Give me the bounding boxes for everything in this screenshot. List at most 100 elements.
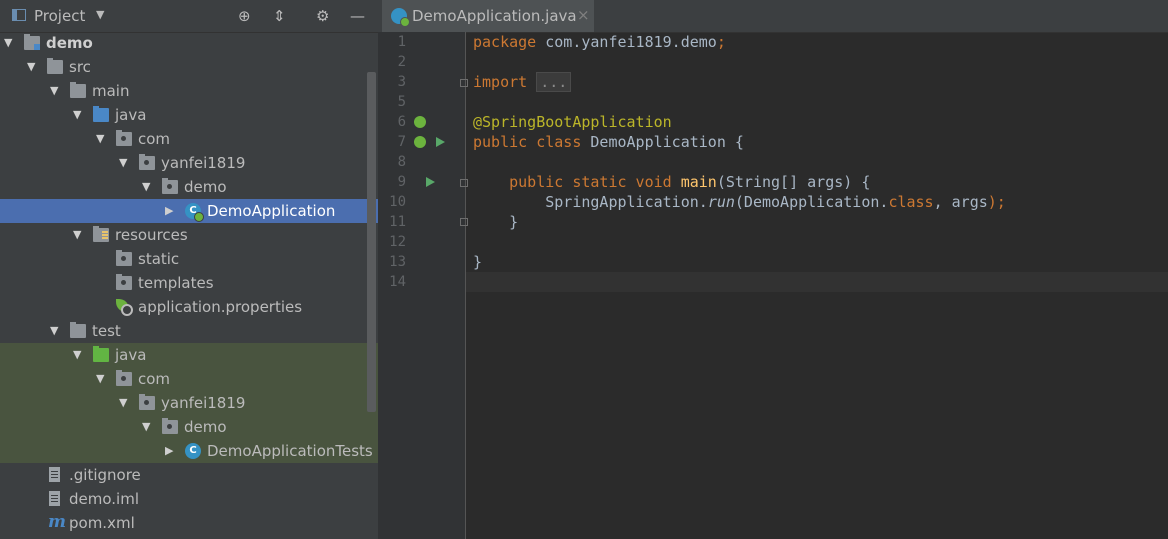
code-line: }: [473, 252, 482, 272]
module-folder-icon: [24, 34, 40, 50]
tree-item[interactable]: ▼ java: [0, 103, 378, 127]
tree-item-label: resources: [115, 226, 188, 244]
collapse-all-icon[interactable]: ⇕: [273, 6, 286, 26]
expand-arrow-icon[interactable]: ▼: [96, 132, 104, 145]
expand-arrow-icon[interactable]: ▼: [4, 36, 12, 49]
ide-window: Project ▼ ⊕ ⇕ ⚙ — ▼ demo ▼ src ▼ main ▼ java ▼ co…: [0, 0, 1168, 539]
expand-arrow-icon[interactable]: ▼: [73, 348, 81, 361]
code-editor[interactable]: package com.yanfei1819.demo; import ... @S…: [466, 32, 1168, 539]
line-number: 1: [397, 34, 406, 50]
expand-arrow-icon[interactable]: ▼: [73, 228, 81, 241]
code-token: import: [473, 73, 537, 91]
line-number: 11: [389, 214, 406, 230]
run-icon[interactable]: [426, 177, 435, 187]
project-view-title[interactable]: Project: [34, 7, 85, 25]
spring-class-icon: [391, 8, 410, 27]
tree-item[interactable]: templates: [0, 271, 378, 295]
tree-item-label: DemoApplicationTests: [207, 442, 373, 460]
project-panel: Project ▼ ⊕ ⇕ ⚙ — ▼ demo ▼ src ▼ main ▼ java ▼ co…: [0, 0, 378, 539]
code-line: public class DemoApplication {: [473, 132, 744, 152]
expand-arrow-icon[interactable]: ▼: [119, 396, 127, 409]
tree-item[interactable]: ▼ test: [0, 319, 378, 343]
run-icon[interactable]: [436, 137, 445, 147]
tree-item[interactable]: ▼ demo: [0, 175, 378, 199]
file-icon: [49, 491, 60, 506]
line-number: 7: [397, 134, 406, 150]
tree-item[interactable]: ▼ main: [0, 79, 378, 103]
collapsed-arrow-icon[interactable]: ▶: [165, 204, 173, 217]
tree-item[interactable]: static: [0, 247, 378, 271]
tree-item-label: yanfei1819: [161, 394, 246, 412]
line-number: 9: [397, 174, 406, 190]
code-line: SpringApplication.run(DemoApplication.cl…: [473, 192, 1006, 212]
package-icon: [162, 178, 178, 194]
tab-demoapplication-java[interactable]: DemoApplication.java ×: [382, 0, 594, 32]
tree-item[interactable]: ▼ demo: [0, 415, 378, 439]
tree-item[interactable]: ▼ demo: [0, 31, 378, 55]
expand-arrow-icon[interactable]: ▼: [50, 324, 58, 337]
line-gutter[interactable]: 1 2 3 5 6 7 8 9 10 11 12 13 14: [378, 32, 468, 539]
package-icon: [116, 370, 132, 386]
project-scrollbar[interactable]: [367, 72, 376, 412]
tree-item[interactable]: ▼ resources: [0, 223, 378, 247]
tree-item[interactable]: demo.iml: [0, 487, 378, 511]
tree-item[interactable]: ▼ java: [0, 343, 378, 367]
package-icon: [116, 250, 132, 266]
code-token: ;: [716, 33, 726, 51]
tree-item[interactable]: ▼ com: [0, 367, 378, 391]
tree-item[interactable]: ▼ yanfei1819: [0, 151, 378, 175]
code-line: public static void main(String[] args) {: [473, 172, 870, 192]
spring-bean-icon[interactable]: [414, 116, 426, 128]
expand-arrow-icon[interactable]: ▼: [142, 420, 150, 433]
tree-item[interactable]: application.properties: [0, 295, 378, 319]
code-token: SpringApplication.: [473, 193, 708, 211]
code-token: public class: [473, 133, 591, 151]
tree-item-label: com: [138, 370, 171, 388]
line-number: 14: [389, 274, 406, 290]
expand-arrow-icon[interactable]: ▼: [27, 60, 35, 73]
current-line-highlight: [466, 272, 1168, 292]
tree-item[interactable]: ▶ C DemoApplication: [0, 199, 378, 223]
code-line: import ...: [473, 72, 572, 92]
line-number: 10: [389, 194, 406, 210]
minimize-icon[interactable]: —: [350, 6, 365, 26]
maven-icon: m: [48, 512, 66, 532]
expand-arrow-icon[interactable]: ▼: [50, 84, 58, 97]
tree-item-label: main: [92, 82, 130, 100]
line-number: 3: [397, 74, 406, 90]
package-icon: [162, 418, 178, 434]
expand-arrow-icon[interactable]: ▼: [73, 108, 81, 121]
gear-icon[interactable]: ⚙: [316, 6, 329, 26]
code-token: @SpringBootApplication: [473, 113, 672, 131]
close-icon[interactable]: ×: [577, 6, 590, 24]
tree-item[interactable]: m pom.xml: [0, 511, 378, 535]
folded-code-placeholder[interactable]: ...: [536, 72, 572, 92]
editor-tab-bar: DemoApplication.java ×: [378, 0, 1168, 33]
expand-arrow-icon[interactable]: ▼: [119, 156, 127, 169]
expand-arrow-icon[interactable]: ▼: [142, 180, 150, 193]
expand-arrow-icon[interactable]: ▼: [96, 372, 104, 385]
code-token: public static void: [509, 173, 681, 191]
tree-item-label: application.properties: [138, 298, 303, 316]
tree-item-label: src: [69, 58, 91, 76]
tree-item[interactable]: .gitignore: [0, 463, 378, 487]
chevron-down-icon[interactable]: ▼: [96, 8, 104, 21]
tree-item[interactable]: ▼ yanfei1819: [0, 391, 378, 415]
tree-item-label: pom.xml: [69, 514, 135, 532]
code-token: com.yanfei1819.demo: [545, 33, 717, 51]
code-token: DemoApplication {: [590, 133, 744, 151]
code-token: main: [680, 173, 717, 191]
line-number: 5: [397, 94, 406, 110]
tree-item[interactable]: ▼ com: [0, 127, 378, 151]
package-icon: [116, 130, 132, 146]
tree-item-label: demo: [46, 34, 93, 52]
folder-icon: [70, 82, 86, 98]
folder-icon: [70, 322, 86, 338]
collapsed-arrow-icon[interactable]: ▶: [165, 444, 173, 457]
tree-item-label: demo.iml: [69, 490, 139, 508]
spring-bean-icon[interactable]: [414, 136, 426, 148]
tree-item[interactable]: ▶ C DemoApplicationTests: [0, 439, 378, 463]
locate-icon[interactable]: ⊕: [238, 6, 251, 26]
tree-item[interactable]: ▼ src: [0, 55, 378, 79]
